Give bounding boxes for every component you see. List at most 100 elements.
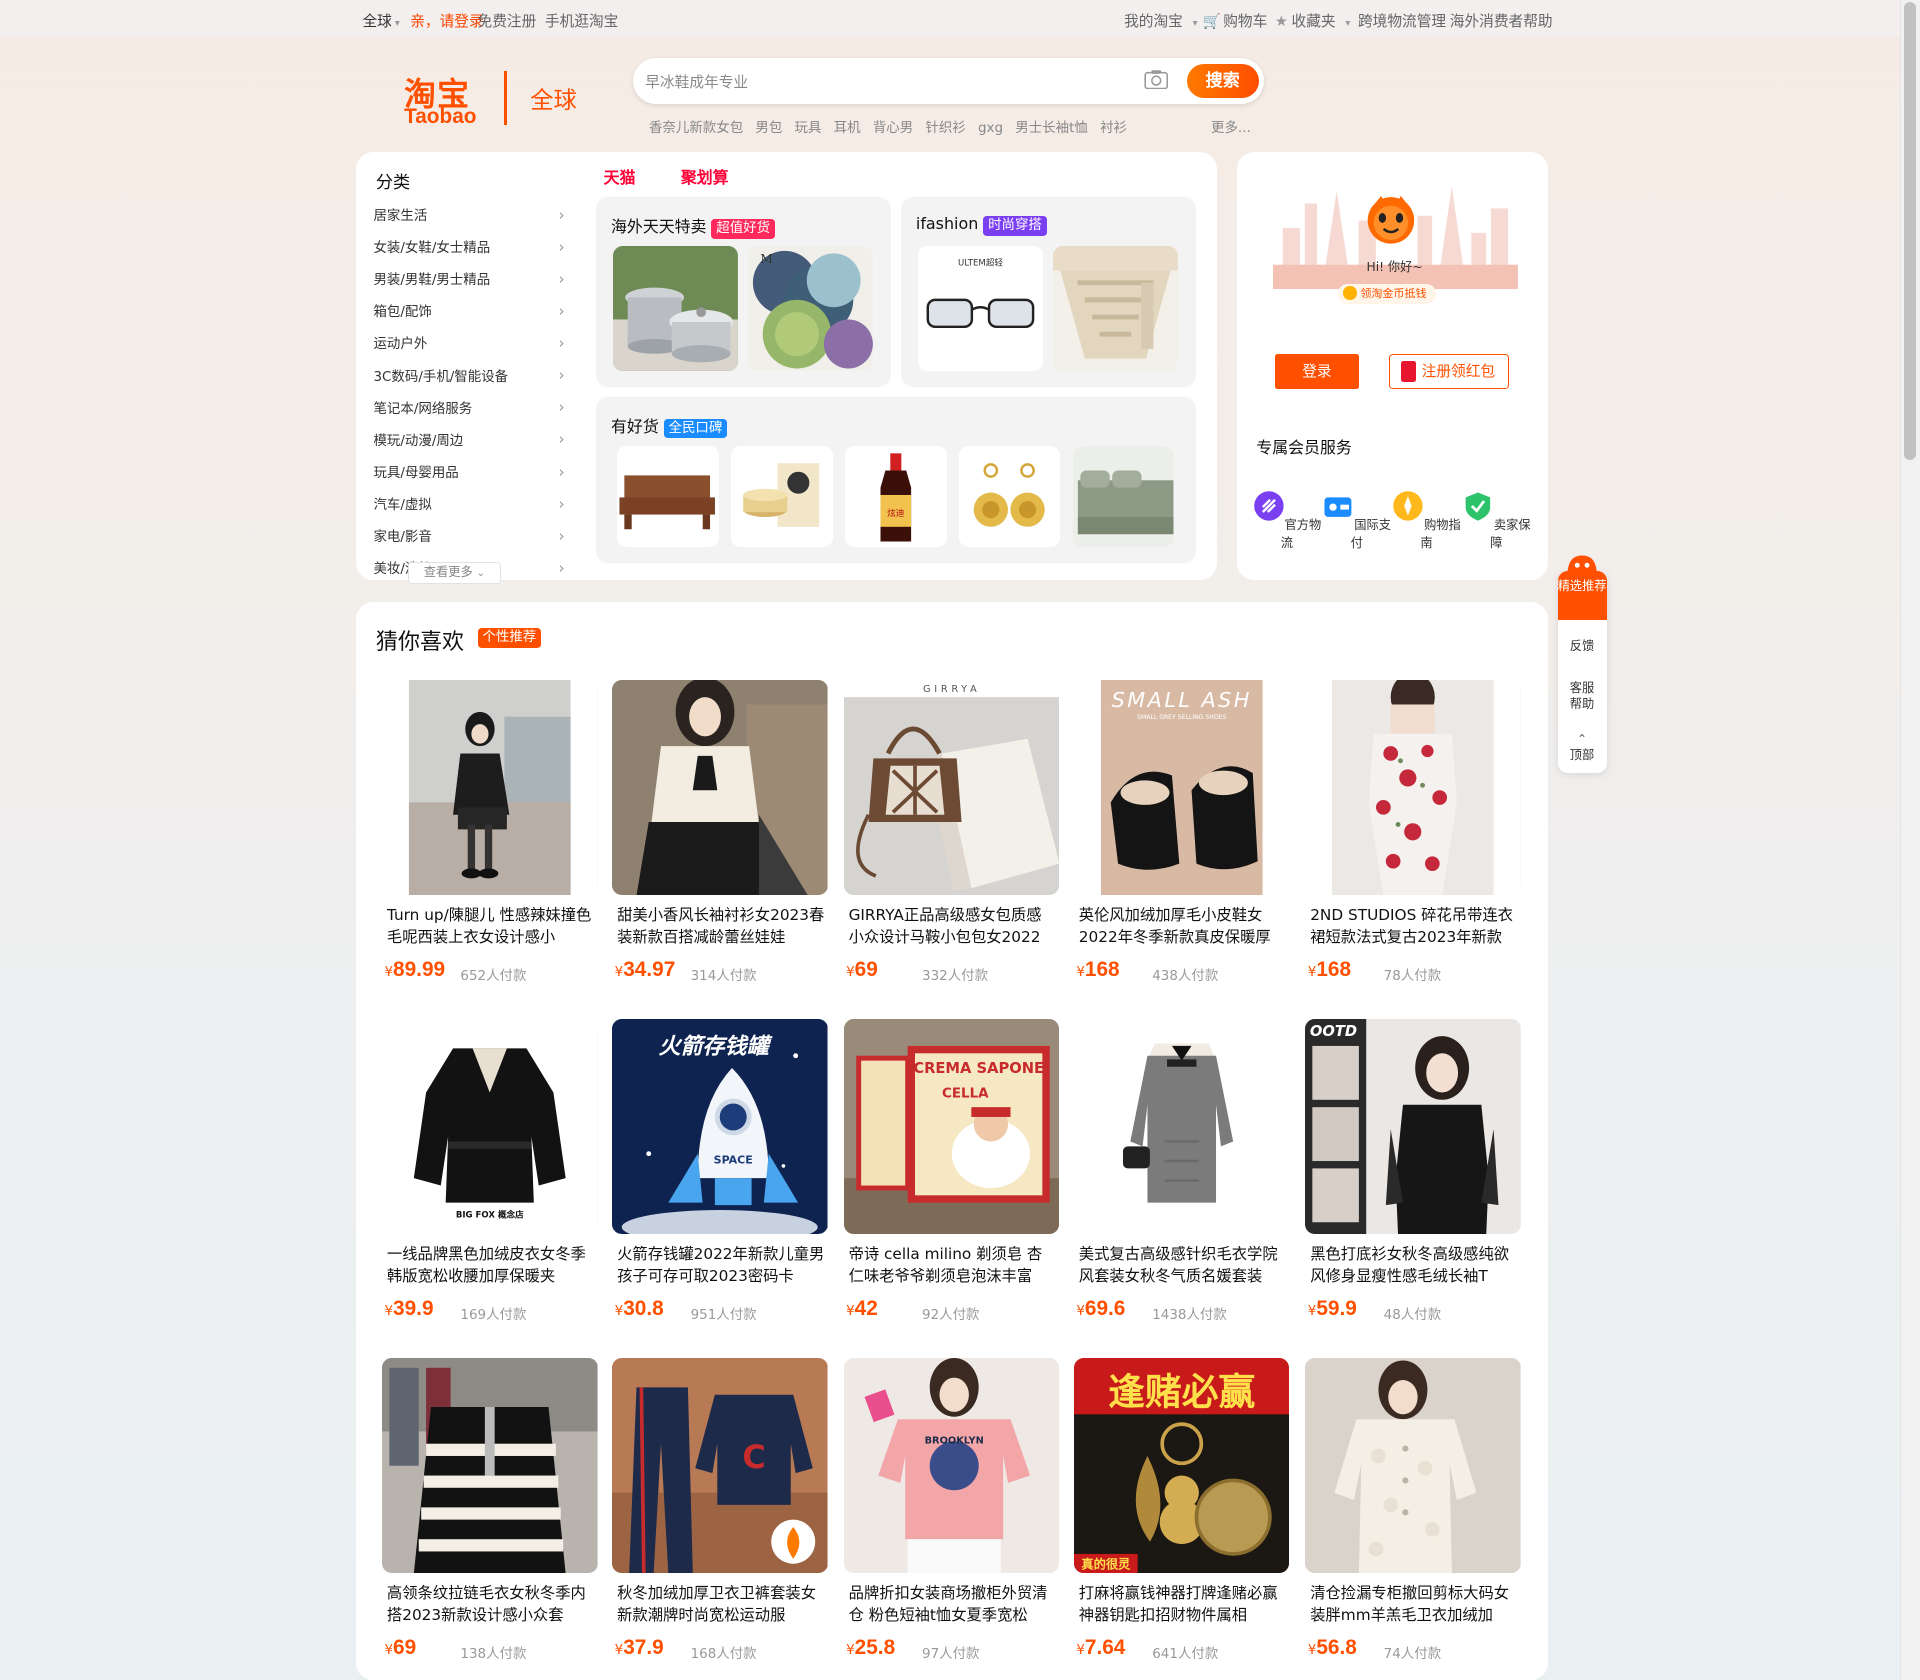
- product-image[interactable]: [1305, 679, 1521, 896]
- product-image[interactable]: [1305, 1357, 1521, 1574]
- product-card[interactable]: 2ND STUDIOS 碎花吊带连衣裙短款法式复古2023年新款 ¥168 78…: [1305, 679, 1521, 998]
- earring-product-thumb[interactable]: [958, 445, 1061, 548]
- feedback-button[interactable]: 反馈: [1558, 639, 1607, 655]
- product-image[interactable]: [612, 679, 828, 896]
- category-item[interactable]: 3C数码/手机/智能设备 ›: [373, 367, 569, 401]
- hot-word[interactable]: gxg: [978, 121, 1003, 136]
- product-title[interactable]: 火箭存钱罐2022年新款儿童男孩子可存可取2023密码卡: [617, 1243, 825, 1287]
- product-card[interactable]: CREMA SAPONE CELLA 帝诗 cella milino 剃须皂 杏仁…: [843, 1018, 1060, 1337]
- product-card[interactable]: 高领条纹拉链毛衣女秋冬季内搭2023新款设计感小众套 ¥69 138人付款: [382, 1357, 598, 1676]
- more-hot-words-link[interactable]: 更多...: [1211, 116, 1251, 136]
- hot-word[interactable]: 耳机: [834, 121, 861, 136]
- service-logistics[interactable]: 官方物流: [1253, 490, 1322, 551]
- product-title[interactable]: 美式复古高级感针织毛衣学院风套装女秋冬气质名媛套装: [1079, 1243, 1287, 1287]
- product-card[interactable]: 清仓捡漏专柜撤回剪标大码女装胖mm羊羔毛卫衣加绒加 ¥56.8 74人付款: [1305, 1357, 1521, 1676]
- category-item[interactable]: 家电/影音 ›: [373, 528, 569, 561]
- product-title[interactable]: 打麻将赢钱神器打牌逢赌必赢神器钥匙扣招财物件属相: [1079, 1582, 1287, 1626]
- hot-word[interactable]: 衬衫: [1100, 121, 1127, 136]
- product-card[interactable]: 逢赌必赢 真的很灵 打麻将赢钱神器打牌逢赌必赢神器钥匙扣招财物件属相 ¥7.64 …: [1073, 1357, 1290, 1676]
- bedding-product-thumb[interactable]: [1072, 445, 1175, 548]
- hot-word[interactable]: 玩具: [795, 121, 822, 136]
- ifashion-panel[interactable]: ifashion 时尚穿搭 ULTEM超轻: [901, 197, 1197, 387]
- placemat-product-thumb[interactable]: M: [748, 246, 874, 371]
- hot-word[interactable]: 男士长袖t恤: [1015, 121, 1088, 136]
- product-image[interactable]: [382, 679, 598, 896]
- sofa-product-thumb[interactable]: [617, 445, 719, 548]
- product-title[interactable]: 秋冬加绒加厚卫衣卫裤套装女新款潮牌时尚宽松运动服: [617, 1582, 825, 1626]
- product-image[interactable]: BIG FOX 概念店: [382, 1018, 598, 1235]
- pot-product-thumb[interactable]: [613, 246, 739, 371]
- search-button[interactable]: 搜索: [1186, 63, 1259, 98]
- customer-service-button[interactable]: 客服帮助: [1558, 681, 1607, 713]
- product-title[interactable]: 清仓捡漏专柜撤回剪标大码女装胖mm羊羔毛卫衣加绒加: [1310, 1582, 1518, 1626]
- cart-link[interactable]: 🛒 购物车: [1202, 10, 1267, 31]
- product-image[interactable]: [382, 1357, 598, 1574]
- product-image[interactable]: 火箭存钱罐 SPACE: [612, 1018, 828, 1235]
- camera-icon[interactable]: [1144, 69, 1168, 90]
- product-card[interactable]: GIRRYA GIRRYA正品高级感女包质感小众设计马鞍小包包女2022 ¥69…: [843, 679, 1060, 998]
- category-item[interactable]: 模玩/动漫/周边 ›: [373, 431, 569, 465]
- product-title[interactable]: 2ND STUDIOS 碎花吊带连衣裙短款法式复古2023年新款: [1310, 904, 1518, 948]
- back-to-top-button[interactable]: ⌃ 顶部: [1558, 732, 1607, 764]
- register-link[interactable]: 免费注册: [478, 10, 537, 31]
- logistics-link[interactable]: 跨境物流管理: [1358, 10, 1446, 31]
- product-card[interactable]: 火箭存钱罐 SPACE 火箭存钱罐2022年新款儿童男孩子可存可取2023密码卡 …: [612, 1018, 828, 1337]
- category-item[interactable]: 笔记本/网络服务 ›: [373, 399, 569, 433]
- hot-word[interactable]: 背心男: [873, 121, 913, 136]
- scrollbar-thumb[interactable]: [1904, 2, 1917, 461]
- product-card[interactable]: OOTD 黑色打底衫女秋冬高级感纯欲风修身显瘦性感毛绒长袖T ¥59.9 48人…: [1305, 1018, 1521, 1337]
- product-title[interactable]: 黑色打底衫女秋冬高级感纯欲风修身显瘦性感毛绒长袖T: [1310, 1243, 1518, 1287]
- search-input[interactable]: 早冰鞋成年专业: [645, 71, 748, 92]
- product-card[interactable]: C 秋冬加绒加厚卫衣卫裤套装女新款潮牌时尚宽松运动服 ¥37.9 168人付款: [612, 1357, 828, 1676]
- category-item[interactable]: 居家生活 ›: [373, 207, 569, 240]
- product-card[interactable]: 美式复古高级感针织毛衣学院风套装女秋冬气质名媛套装 ¥69.6 1438人付款: [1073, 1018, 1290, 1337]
- hot-word[interactable]: 男包: [755, 121, 782, 136]
- product-title[interactable]: Turn up/陳腿儿 性感辣妹撞色毛呢西装上衣女设计感小: [387, 904, 595, 948]
- sauce-product-thumb[interactable]: 炫迪: [844, 445, 947, 548]
- product-image[interactable]: SMALL ASH SMALL GREY SELLING SHOES: [1073, 679, 1290, 896]
- category-item[interactable]: 男装/男鞋/男士精品 ›: [373, 271, 569, 304]
- my-taobao-menu[interactable]: 我的淘宝 ▾: [1124, 10, 1197, 31]
- help-link[interactable]: 海外消费者帮助: [1450, 10, 1553, 31]
- product-title[interactable]: 一线品牌黑色加绒皮衣女冬季韩版宽松收腰加厚保暖夹: [387, 1243, 595, 1287]
- product-card[interactable]: Turn up/陳腿儿 性感辣妹撞色毛呢西装上衣女设计感小 ¥89.99 652…: [382, 679, 598, 998]
- category-item[interactable]: 玩具/母婴用品 ›: [373, 464, 569, 497]
- register-button[interactable]: 注册领红包: [1388, 353, 1509, 390]
- service-payment[interactable]: 国际支付: [1322, 490, 1391, 551]
- product-image[interactable]: BROOKLYN: [843, 1357, 1060, 1574]
- avatar[interactable]: [1364, 191, 1418, 245]
- product-image[interactable]: C: [612, 1357, 828, 1574]
- region-selector[interactable]: 全球 ▾: [362, 10, 399, 31]
- mobile-taobao-link[interactable]: 手机逛淘宝: [545, 10, 618, 31]
- coin-badge[interactable]: 领淘金币抵钱: [1338, 284, 1437, 304]
- product-title[interactable]: 帝诗 cella milino 剃须皂 杏仁味老爷爷剃须皂泡沫丰富: [849, 1243, 1057, 1287]
- category-item[interactable]: 汽车/虚拟 ›: [373, 496, 569, 529]
- product-card[interactable]: BIG FOX 概念店 一线品牌黑色加绒皮衣女冬季韩版宽松收腰加厚保暖夹 ¥39…: [382, 1018, 598, 1337]
- service-guarantee[interactable]: 卖家保障: [1462, 490, 1531, 551]
- hot-word[interactable]: 香奈儿新款女包: [649, 121, 743, 136]
- category-item[interactable]: 女装/女鞋/女士精品 ›: [373, 239, 569, 272]
- product-image[interactable]: GIRRYA: [843, 679, 1060, 896]
- product-title[interactable]: 品牌折扣女装商场撤柜外贸清仓 粉色短袖t恤女夏季宽松: [849, 1582, 1057, 1626]
- product-title[interactable]: GIRRYA正品高级感女包质感小众设计马鞍小包包女2022: [849, 904, 1057, 948]
- overseas-deals-panel[interactable]: 海外天天特卖 超值好货 M: [596, 197, 892, 387]
- glasses-product-thumb[interactable]: ULTEM超轻: [918, 246, 1044, 371]
- category-item[interactable]: 箱包/配饰 ›: [373, 303, 569, 336]
- product-card[interactable]: 甜美小香风长袖衬衫女2023春装新款百搭减龄蕾丝娃娃 ¥34.97 314人付款: [612, 679, 828, 998]
- product-title[interactable]: 高领条纹拉链毛衣女秋冬季内搭2023新款设计感小众套: [387, 1582, 595, 1626]
- category-item[interactable]: 运动户外 ›: [373, 335, 569, 368]
- juhuasuan-channel-link[interactable]: 聚划算: [681, 165, 729, 188]
- cream-product-thumb[interactable]: [731, 445, 833, 548]
- product-image[interactable]: [1073, 1018, 1290, 1235]
- tmall-channel-link[interactable]: 天猫: [604, 165, 636, 188]
- service-guide[interactable]: 购物指南: [1392, 490, 1461, 551]
- favorites-menu[interactable]: ★ 收藏夹 ▾: [1275, 10, 1351, 31]
- see-more-categories-button[interactable]: 查看更多 ⌄: [407, 562, 501, 585]
- product-title[interactable]: 甜美小香风长袖衬衫女2023春装新款百搭减龄蕾丝娃娃: [617, 904, 825, 948]
- good-goods-panel[interactable]: 有好货 全民口碑 炫迪: [596, 396, 1197, 564]
- login-button[interactable]: 登录: [1274, 353, 1360, 390]
- hot-word[interactable]: 针织衫: [925, 121, 965, 136]
- login-link[interactable]: 亲，请登录: [410, 10, 483, 31]
- macrame-product-thumb[interactable]: [1053, 246, 1178, 371]
- product-image[interactable]: CREMA SAPONE CELLA: [843, 1018, 1060, 1235]
